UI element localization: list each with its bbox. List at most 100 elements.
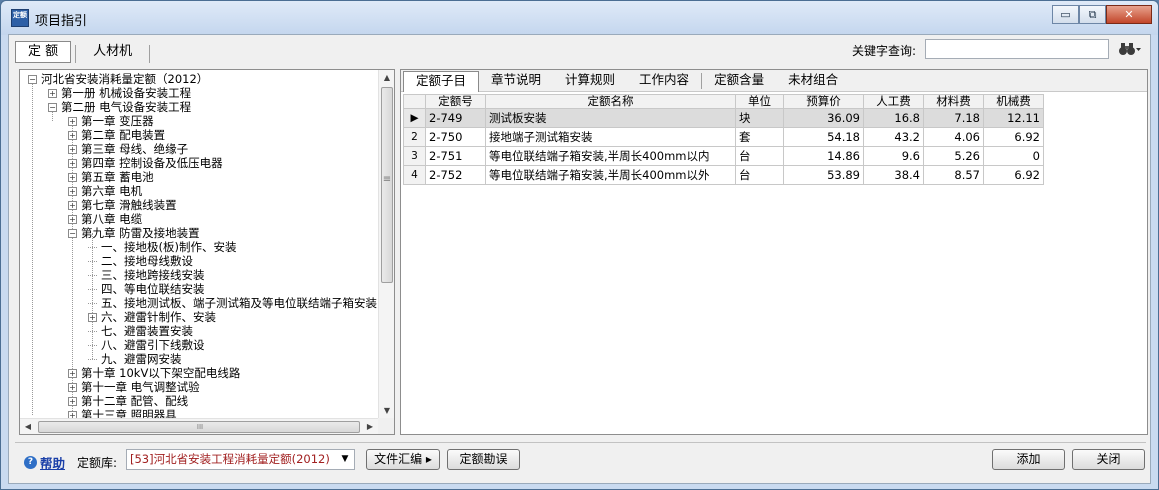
binoculars-icon[interactable] bbox=[1118, 41, 1142, 57]
table-row[interactable]: 4 2-752 等电位联结端子箱安装,半周长400mm以外 台 53.89 38… bbox=[403, 165, 1044, 185]
tree-item[interactable]: 五、接地测试板、端子测试箱及等电位联结端子箱安装 bbox=[88, 296, 377, 310]
quota-name-cell[interactable]: 等电位联结端子箱安装,半周长400mm以内 bbox=[485, 146, 736, 166]
price-cell[interactable]: 14.86 bbox=[783, 146, 864, 166]
scroll-right-icon[interactable]: ▶ bbox=[362, 419, 378, 434]
expand-icon[interactable]: + bbox=[68, 382, 77, 392]
tree-item[interactable]: + 第五章 蓄电池 bbox=[68, 170, 154, 184]
expand-icon[interactable]: + bbox=[68, 116, 77, 126]
add-button[interactable]: 添加 bbox=[992, 449, 1065, 470]
material-cell[interactable]: 4.06 bbox=[923, 127, 984, 147]
unit-cell[interactable]: 套 bbox=[735, 127, 784, 147]
library-select[interactable]: [53]河北省安装工程消耗量定额(2012) ▼ bbox=[126, 449, 355, 470]
material-cell[interactable]: 7.18 bbox=[923, 108, 984, 128]
table-row[interactable]: 3 2-751 等电位联结端子箱安装,半周长400mm以内 台 14.86 9.… bbox=[403, 146, 1044, 166]
table-row[interactable]: 2 2-750 接地端子测试箱安装 套 54.18 43.2 4.06 6.92 bbox=[403, 127, 1044, 147]
close-button[interactable]: 关闭 bbox=[1072, 449, 1145, 470]
expand-icon[interactable]: + bbox=[68, 172, 77, 182]
tree-item[interactable]: 二、接地母线敷设 bbox=[88, 254, 193, 268]
errata-button[interactable]: 定额勘误 bbox=[447, 449, 520, 470]
tree-item[interactable]: + 第一册 机械设备安装工程 bbox=[48, 86, 191, 100]
quota-code-cell[interactable]: 2-750 bbox=[425, 127, 486, 147]
collapse-icon[interactable]: − bbox=[68, 228, 77, 238]
column-header[interactable]: 预算价 bbox=[783, 94, 864, 109]
expand-icon[interactable]: + bbox=[68, 396, 77, 406]
material-cell[interactable]: 8.57 bbox=[923, 165, 984, 185]
quota-code-cell[interactable]: 2-752 bbox=[425, 165, 486, 185]
keyword-search-input[interactable] bbox=[925, 39, 1109, 59]
machine-cell[interactable]: 0 bbox=[983, 146, 1044, 166]
machine-cell[interactable]: 6.92 bbox=[983, 127, 1044, 147]
tree-item[interactable]: + 第十一章 电气调整试验 bbox=[68, 380, 200, 394]
tree-item[interactable]: 八、避雷引下线敷设 bbox=[88, 338, 205, 352]
tree-item[interactable]: − 河北省安装消耗量定额（2012） bbox=[28, 72, 208, 86]
tab-chapter-notes[interactable]: 章节说明 bbox=[479, 70, 553, 91]
tree-item[interactable]: 一、接地极(板)制作、安装 bbox=[88, 240, 236, 254]
machine-cell[interactable]: 12.11 bbox=[983, 108, 1044, 128]
tree-item[interactable]: + 第八章 电缆 bbox=[68, 212, 142, 226]
tree-item[interactable]: + 第二章 配电装置 bbox=[68, 128, 165, 142]
tab-work-content[interactable]: 工作内容 bbox=[627, 70, 701, 91]
expand-icon[interactable]: + bbox=[68, 214, 77, 224]
unit-cell[interactable]: 块 bbox=[735, 108, 784, 128]
column-header[interactable]: 定额名称 bbox=[485, 94, 736, 109]
labor-cell[interactable]: 43.2 bbox=[863, 127, 924, 147]
tree-item[interactable]: + 第十章 10kV以下架空配电线路 bbox=[68, 366, 240, 380]
quota-name-cell[interactable]: 测试板安装 bbox=[485, 108, 736, 128]
expand-icon[interactable]: + bbox=[68, 130, 77, 140]
price-cell[interactable]: 53.89 bbox=[783, 165, 864, 185]
tab-materials[interactable]: 人材机 bbox=[80, 41, 145, 63]
quota-code-cell[interactable]: 2-749 bbox=[425, 108, 486, 128]
file-compilation-button[interactable]: 文件汇编 ▸ bbox=[366, 449, 440, 470]
labor-cell[interactable]: 9.6 bbox=[863, 146, 924, 166]
tab-calc-rules[interactable]: 计算规则 bbox=[553, 70, 627, 91]
expand-icon[interactable]: + bbox=[68, 186, 77, 196]
close-window-button[interactable]: ✕ bbox=[1106, 5, 1152, 24]
tree-item[interactable]: + 第十二章 配管、配线 bbox=[68, 394, 188, 408]
tree-item[interactable]: + 第一章 变压器 bbox=[68, 114, 154, 128]
tree-horizontal-scrollbar[interactable]: ◀ III ▶ bbox=[20, 418, 379, 434]
scroll-left-icon[interactable]: ◀ bbox=[20, 419, 36, 434]
tree-item[interactable]: + 第四章 控制设备及低压电器 bbox=[68, 156, 223, 170]
help-link[interactable]: 帮助 bbox=[40, 453, 65, 472]
expand-icon[interactable]: + bbox=[48, 88, 57, 98]
column-header[interactable]: 单位 bbox=[735, 94, 784, 109]
tree-item[interactable]: 四、等电位联结安装 bbox=[88, 282, 205, 296]
material-cell[interactable]: 5.26 bbox=[923, 146, 984, 166]
quota-name-cell[interactable]: 等电位联结端子箱安装,半周长400mm以外 bbox=[485, 165, 736, 185]
quota-code-cell[interactable]: 2-751 bbox=[425, 146, 486, 166]
machine-cell[interactable]: 6.92 bbox=[983, 165, 1044, 185]
help-icon[interactable]: ? bbox=[24, 456, 37, 469]
column-header[interactable]: 人工费 bbox=[863, 94, 924, 109]
tab-material-combo[interactable]: 未材组合 bbox=[776, 70, 850, 91]
scroll-up-icon[interactable]: ▲ bbox=[379, 70, 394, 86]
labor-cell[interactable]: 38.4 bbox=[863, 165, 924, 185]
column-header[interactable]: 定额号 bbox=[425, 94, 486, 109]
expand-icon[interactable]: + bbox=[68, 200, 77, 210]
expand-icon[interactable]: + bbox=[88, 312, 97, 322]
tree-item[interactable]: 七、避雷装置安装 bbox=[88, 324, 193, 338]
price-cell[interactable]: 36.09 bbox=[783, 108, 864, 128]
tab-quota-content[interactable]: 定额含量 bbox=[702, 70, 776, 91]
help-link-group[interactable]: ? 帮助 bbox=[24, 453, 65, 472]
chevron-down-icon[interactable]: ▼ bbox=[338, 450, 352, 469]
restore-button[interactable]: ⧉ bbox=[1079, 5, 1106, 24]
expand-icon[interactable]: + bbox=[68, 144, 77, 154]
tree-item[interactable]: 三、接地跨接线安装 bbox=[88, 268, 205, 282]
quota-name-cell[interactable]: 接地端子测试箱安装 bbox=[485, 127, 736, 147]
tree-item[interactable]: + 第七章 滑触线装置 bbox=[68, 198, 177, 212]
tree-vertical-scrollbar[interactable]: ▲ ≡ ▼ bbox=[378, 70, 394, 419]
labor-cell[interactable]: 16.8 bbox=[863, 108, 924, 128]
column-header[interactable]: 机械费 bbox=[983, 94, 1044, 109]
tree-item[interactable]: + 第三章 母线、绝缘子 bbox=[68, 142, 188, 156]
tab-quota-items[interactable]: 定额子目 bbox=[403, 71, 480, 92]
collapse-icon[interactable]: − bbox=[48, 102, 57, 112]
table-row[interactable]: ▶ 2-749 测试板安装 块 36.09 16.8 7.18 12.11 bbox=[403, 108, 1044, 128]
tab-quota[interactable]: 定 额 bbox=[15, 41, 72, 63]
tree-item[interactable]: + 六、避雷针制作、安装 bbox=[88, 310, 216, 324]
collapse-icon[interactable]: − bbox=[28, 74, 37, 84]
price-cell[interactable]: 54.18 bbox=[783, 127, 864, 147]
tree-item[interactable]: 九、避雷网安装 bbox=[88, 352, 182, 366]
title-bar[interactable]: 定额 项目指引 ▭ ⧉ ✕ bbox=[1, 1, 1158, 35]
scroll-down-icon[interactable]: ▼ bbox=[379, 403, 394, 419]
unit-cell[interactable]: 台 bbox=[735, 165, 784, 185]
